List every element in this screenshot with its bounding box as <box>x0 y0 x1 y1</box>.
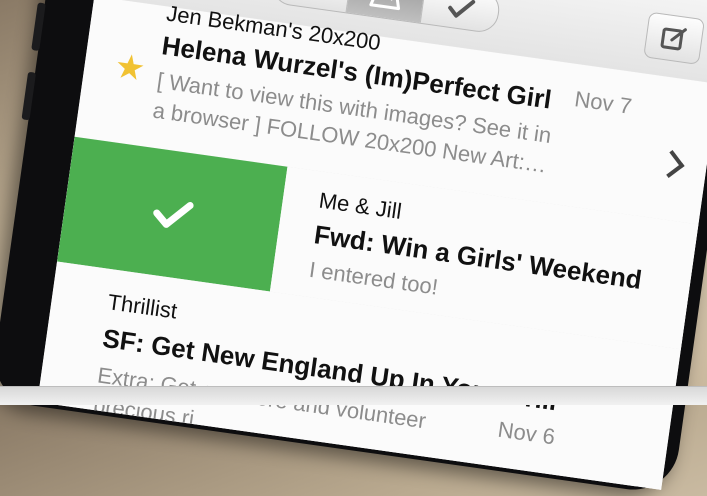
star-icon[interactable]: ★ <box>112 46 148 90</box>
done-tab[interactable] <box>421 0 501 33</box>
email-date: Nov 6 <box>496 416 557 450</box>
email-sender: Me & Jill <box>317 187 404 224</box>
bottom-band <box>0 386 707 405</box>
phone-device: ★ Jen Bekman's 20x200 Nov 7 Helena Wurze… <box>0 0 707 496</box>
inbox-tab[interactable] <box>346 0 427 23</box>
app-screen: ★ Jen Bekman's 20x200 Nov 7 Helena Wurze… <box>37 0 707 490</box>
email-sender: Thrillist <box>106 289 179 324</box>
email-date: Nov 7 <box>573 86 634 119</box>
later-tab[interactable] <box>271 0 352 13</box>
compose-button[interactable] <box>643 11 706 65</box>
clock-icon <box>294 0 328 4</box>
inbox-tray-icon <box>369 0 401 11</box>
compose-icon <box>660 27 687 51</box>
checkmark-icon <box>152 201 194 228</box>
volume-up-button <box>31 2 46 52</box>
chevron-right-icon <box>656 149 685 179</box>
checkmark-icon <box>447 0 475 18</box>
volume-down-button <box>21 71 37 121</box>
